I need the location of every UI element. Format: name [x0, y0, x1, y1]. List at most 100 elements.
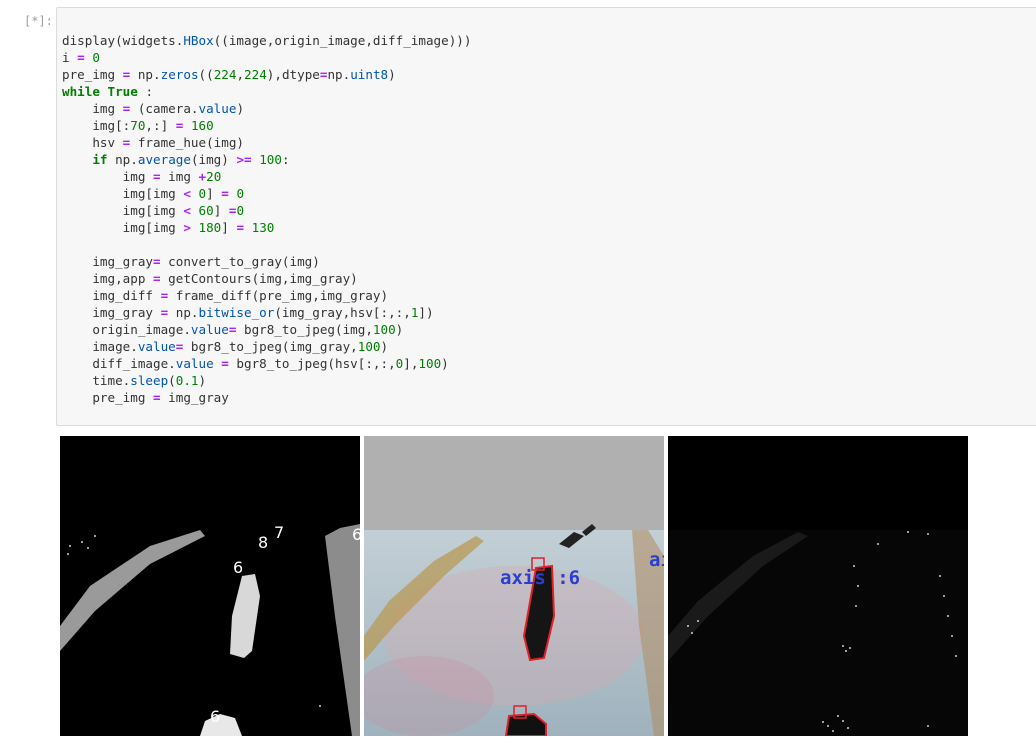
code-token: :	[137, 84, 154, 99]
code-token: <	[183, 203, 191, 218]
code-line[interactable]: img = (camera.value)	[62, 100, 471, 117]
code-line[interactable]: img = img +20	[62, 168, 471, 185]
origin-image-output: axis :6 ai	[364, 436, 664, 736]
code-token: value	[198, 101, 237, 116]
code-token: (	[168, 373, 176, 388]
code-token: image.	[62, 339, 138, 354]
code-line[interactable]: pre_img = img_gray	[62, 389, 471, 406]
code-token: 224	[244, 67, 267, 82]
origin-image-canvas: axis :6 ai	[364, 436, 664, 736]
code-token: origin_image.	[62, 322, 191, 337]
contour-label: 6	[233, 558, 243, 577]
code-token: ((	[198, 67, 214, 82]
code-token: )	[395, 322, 404, 337]
code-token: diff_image.	[62, 356, 176, 371]
code-line[interactable]: img[img < 0] = 0	[62, 185, 471, 202]
code-token: while	[62, 84, 100, 99]
code-token: frame_diff(pre_img,img_gray)	[168, 288, 389, 303]
code-token: time.	[62, 373, 131, 388]
code-token: if	[92, 152, 108, 167]
code-token: 20	[206, 169, 222, 184]
code-token: img_gray	[62, 305, 161, 320]
code-token: hsv	[62, 135, 123, 150]
code-token: =	[153, 271, 161, 286]
code-token: ]	[221, 220, 237, 235]
code-token: convert_to_gray(img)	[160, 254, 320, 269]
code-token: zeros	[160, 67, 199, 82]
code-token: =	[153, 390, 161, 405]
code-token: =	[153, 254, 161, 269]
code-line[interactable]: img,app = getContours(img,img_gray)	[62, 270, 471, 287]
code-line[interactable]: img_gray= convert_to_gray(img)	[62, 253, 471, 270]
code-line[interactable]: origin_image.value= bgr8_to_jpeg(img,100…	[62, 321, 471, 338]
code-token: img_diff	[62, 288, 161, 303]
code-token: img	[62, 101, 123, 116]
code-token: img[img	[62, 220, 184, 235]
code-line[interactable]	[62, 236, 471, 253]
code-token: ,	[236, 67, 245, 82]
code-token: average	[137, 152, 191, 167]
code-token: <	[183, 186, 191, 201]
code-token: HBox	[183, 33, 214, 48]
code-line[interactable]: img_gray = np.bitwise_or(img_gray,hsv[:,…	[62, 304, 471, 321]
code-token: =	[153, 169, 161, 184]
code-line[interactable]: while True :	[62, 83, 471, 100]
code-token: pre_img	[62, 67, 123, 82]
contour-label: 8	[258, 533, 268, 552]
code-line[interactable]: diff_image.value = bgr8_to_jpeg(hsv[:,:,…	[62, 355, 471, 372]
code-input-area[interactable]: display(widgets.HBox((image,origin_image…	[56, 7, 1036, 426]
code-line[interactable]: image.value= bgr8_to_jpeg(img_gray,100)	[62, 338, 471, 355]
code-line[interactable]: img_diff = frame_diff(pre_img,img_gray)	[62, 287, 471, 304]
output-area: 6 8 7 6 6 axis:6 a	[60, 436, 970, 745]
code-token: frame_hue(img)	[130, 135, 244, 150]
code-line[interactable]: img[img > 180] = 130	[62, 219, 471, 236]
code-token: =	[236, 220, 245, 235]
code-token: 100	[418, 356, 442, 371]
code-token: value	[175, 356, 214, 371]
code-token: ]	[213, 203, 229, 218]
code-token: 100	[372, 322, 396, 337]
contour-label: 7	[274, 523, 284, 542]
contour-label: 6	[352, 525, 360, 544]
code-token: 160	[190, 118, 214, 133]
code-line[interactable]: i = 0	[62, 49, 471, 66]
code-token: bgr8_to_jpeg(img,	[236, 322, 373, 337]
code-line[interactable]: hsv = frame_hue(img)	[62, 134, 471, 151]
code-token: np.	[327, 67, 351, 82]
code-token: 100	[259, 152, 282, 167]
code-token: )	[236, 101, 245, 116]
code-line[interactable]: if np.average(img) >= 100:	[62, 151, 471, 168]
code-token: 0	[92, 50, 100, 65]
code-token: 0	[236, 203, 245, 218]
code-token: ,:]	[145, 118, 176, 133]
code-token: 0	[198, 186, 207, 201]
code-line[interactable]: img[:70,:] = 160	[62, 117, 471, 134]
code-token: =	[221, 356, 229, 371]
code-token: 130	[251, 220, 275, 235]
code-token: img	[62, 169, 153, 184]
code-token: 180	[198, 220, 222, 235]
code-token: True	[107, 84, 138, 99]
code-editor[interactable]: display(widgets.HBox((image,origin_image…	[62, 32, 471, 406]
code-token: img[img	[62, 203, 184, 218]
code-token: img	[160, 169, 199, 184]
code-token: 100	[357, 339, 381, 354]
code-token: ])	[418, 305, 434, 320]
gray-image-canvas: 6 8 7 6 6	[60, 436, 360, 736]
code-token: )	[198, 373, 207, 388]
code-line[interactable]: display(widgets.HBox((image,origin_image…	[62, 32, 471, 49]
code-token: ((image,origin_image,diff_image)))	[213, 33, 472, 48]
code-token: 0.1	[175, 373, 199, 388]
diff-image-output	[668, 436, 968, 736]
code-token: (img_gray,hsv[:,:,	[274, 305, 411, 320]
code-line[interactable]: time.sleep(0.1)	[62, 372, 471, 389]
code-token: (camera.	[130, 101, 199, 116]
code-line[interactable]: pre_img = np.zeros((224,224),dtype=np.ui…	[62, 66, 471, 83]
code-token: np.	[107, 152, 138, 167]
code-line[interactable]: img[img < 60] =0	[62, 202, 471, 219]
code-token: pre_img	[62, 390, 153, 405]
